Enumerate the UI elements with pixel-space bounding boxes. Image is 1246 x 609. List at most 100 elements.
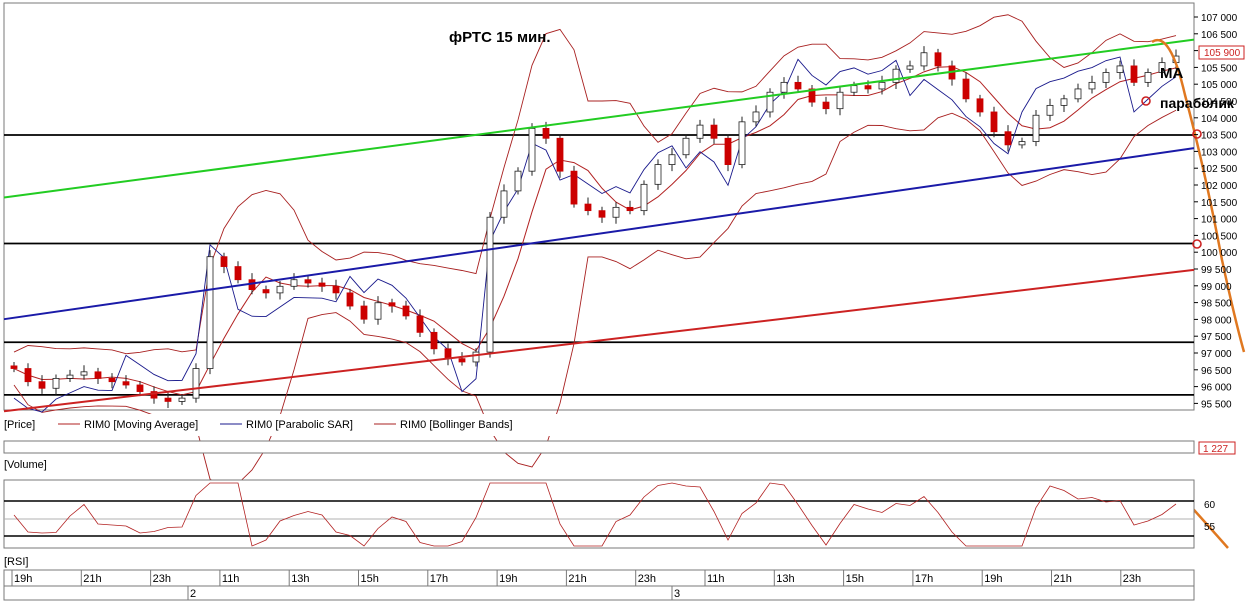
candle-body bbox=[780, 81, 788, 93]
price-axis: 107 000106 500106 000105 500105 000104 5… bbox=[1194, 13, 1238, 410]
price-axis-label: 100 500 bbox=[1201, 231, 1238, 242]
candle-body bbox=[1144, 72, 1152, 83]
legend-ma: RIM0 [Moving Average] bbox=[84, 419, 198, 431]
hour-label: 13h bbox=[291, 573, 309, 585]
price-axis-label: 99 500 bbox=[1201, 265, 1232, 276]
candle-body bbox=[1060, 98, 1068, 106]
candle-body bbox=[1116, 65, 1124, 73]
candle-body bbox=[38, 381, 46, 389]
candle-body bbox=[1004, 131, 1012, 146]
time-axis-hours bbox=[3, 569, 1195, 587]
hour-label: 11h bbox=[222, 573, 240, 585]
candle-body bbox=[1088, 81, 1096, 90]
candle-body bbox=[94, 371, 102, 379]
candle-body bbox=[52, 377, 60, 389]
candle-body bbox=[1130, 65, 1138, 83]
candle-body bbox=[234, 266, 242, 281]
candle-body bbox=[80, 371, 88, 376]
price-axis-label: 98 500 bbox=[1201, 299, 1232, 310]
price-axis-label: 99 000 bbox=[1201, 282, 1232, 293]
candle-body bbox=[290, 279, 298, 287]
candle-body bbox=[962, 78, 970, 100]
ma-annotation: МА bbox=[1160, 65, 1183, 82]
candle-body bbox=[486, 216, 494, 353]
candle-body bbox=[626, 206, 634, 212]
candle-body bbox=[318, 282, 326, 287]
rsi-label: [RSI] bbox=[4, 556, 28, 568]
price-axis-label: 101 000 bbox=[1201, 215, 1238, 226]
candle-body bbox=[1032, 114, 1040, 142]
candle-body bbox=[458, 358, 466, 363]
last-price-label: 105 900 bbox=[1204, 48, 1241, 59]
price-axis-label: 103 500 bbox=[1201, 131, 1238, 142]
candle-body bbox=[570, 170, 578, 205]
candle-body bbox=[542, 128, 550, 139]
candle-body bbox=[178, 397, 186, 402]
candle-body bbox=[906, 65, 914, 70]
candle-body bbox=[990, 111, 998, 133]
hour-label: 21h bbox=[83, 573, 101, 585]
candle-body bbox=[556, 137, 564, 172]
candle-body bbox=[836, 91, 844, 110]
candle-body bbox=[304, 279, 312, 284]
candle-body bbox=[738, 121, 746, 165]
hour-label: 15h bbox=[846, 573, 864, 585]
candle-body bbox=[1074, 88, 1082, 100]
hour-label: 11h bbox=[707, 573, 725, 585]
candle-body bbox=[220, 256, 228, 267]
candle-body bbox=[402, 305, 410, 317]
candle-body bbox=[444, 348, 452, 360]
rsi-panel-frame bbox=[3, 479, 1195, 549]
candle-body bbox=[654, 164, 662, 185]
candle-body bbox=[430, 331, 438, 350]
price-axis-label: 98 000 bbox=[1201, 315, 1232, 326]
hour-label: 17h bbox=[915, 573, 933, 585]
candle-body bbox=[612, 206, 620, 218]
legend-price: [Price] bbox=[4, 419, 35, 431]
candle-body bbox=[682, 137, 690, 156]
candle-body bbox=[346, 292, 354, 307]
candle-body bbox=[10, 365, 18, 369]
candle-body bbox=[388, 302, 396, 307]
candle-body bbox=[878, 81, 886, 90]
candle-body bbox=[822, 101, 830, 110]
hour-label: 15h bbox=[361, 573, 379, 585]
day-label: 2 bbox=[190, 588, 196, 600]
candle-body bbox=[206, 256, 214, 369]
hour-label: 19h bbox=[499, 573, 517, 585]
candle-body bbox=[66, 374, 74, 379]
hour-label: 21h bbox=[1054, 573, 1072, 585]
price-axis-label: 97 000 bbox=[1201, 349, 1232, 360]
candle-body bbox=[528, 128, 536, 172]
candle-body bbox=[108, 377, 116, 383]
candle-body bbox=[374, 302, 382, 320]
candle-body bbox=[136, 384, 144, 392]
hour-label: 13h bbox=[776, 573, 794, 585]
price-axis-label: 102 000 bbox=[1201, 181, 1238, 192]
volume-panel-frame bbox=[3, 440, 1195, 454]
hour-label: 23h bbox=[1123, 573, 1141, 585]
candle-body bbox=[934, 52, 942, 67]
rsi-axis-55: 55 bbox=[1204, 522, 1216, 533]
candle-body bbox=[724, 137, 732, 165]
candle-body bbox=[584, 203, 592, 212]
price-axis-label: 106 500 bbox=[1201, 30, 1238, 41]
price-axis-label: 96 000 bbox=[1201, 383, 1232, 394]
time-axis-days bbox=[3, 585, 1195, 601]
candle-body bbox=[1046, 104, 1054, 116]
candle-body bbox=[164, 397, 172, 402]
candle-body bbox=[864, 85, 872, 90]
hour-label: 23h bbox=[153, 573, 171, 585]
day-label: 3 bbox=[674, 588, 680, 600]
candle-body bbox=[262, 289, 270, 294]
price-axis-label: 96 500 bbox=[1201, 366, 1232, 377]
chart-canvas: 107 000106 500106 000105 500105 000104 5… bbox=[0, 2, 1246, 601]
candle-body bbox=[598, 210, 606, 218]
candle-body bbox=[24, 368, 32, 383]
candle-body bbox=[122, 381, 130, 386]
candle-body bbox=[920, 52, 928, 67]
price-axis-label: 104 000 bbox=[1201, 114, 1238, 125]
candle-body bbox=[514, 170, 522, 192]
volume-value: 1 227 bbox=[1203, 444, 1228, 455]
candle-body bbox=[1102, 72, 1110, 83]
